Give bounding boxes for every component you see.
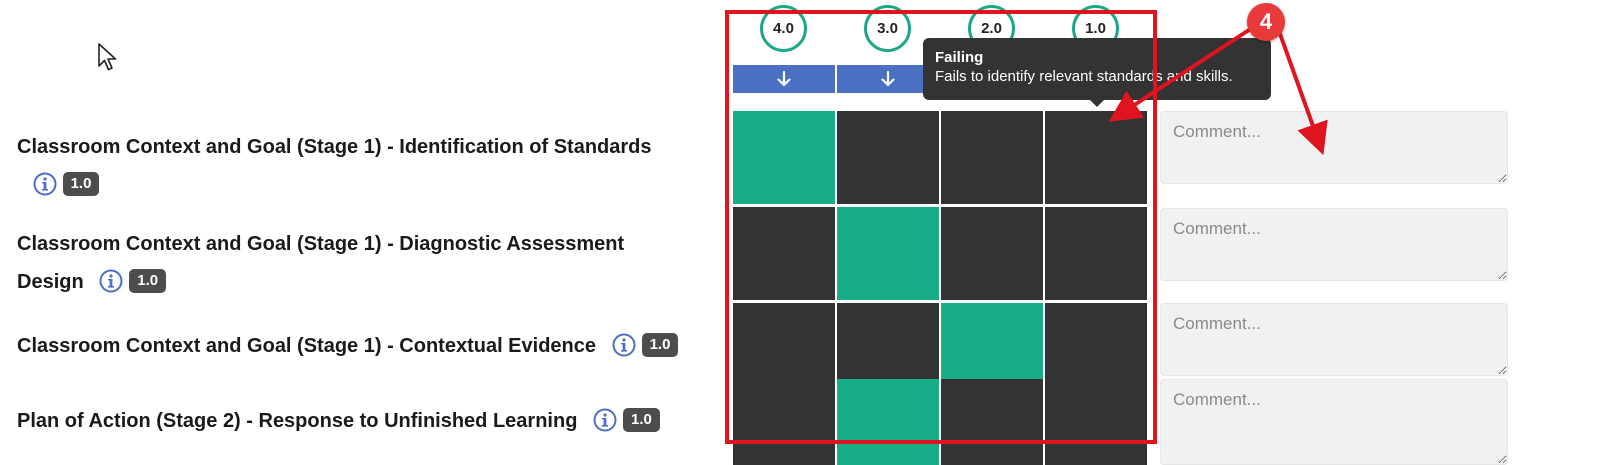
step-number-badge: 4	[1247, 3, 1285, 41]
rubric-cell[interactable]	[837, 111, 939, 204]
rubric-cell[interactable]	[837, 207, 939, 300]
rubric-cell[interactable]	[733, 207, 835, 300]
weight-badge: 1.0	[62, 171, 100, 196]
info-icon[interactable]	[99, 269, 123, 293]
arrow-down-icon	[777, 71, 791, 87]
rubric-cell[interactable]	[941, 379, 1043, 465]
criterion-4-label: Plan of Action (Stage 2) - Response to U…	[17, 402, 717, 440]
info-icon[interactable]	[33, 172, 57, 196]
tooltip-description: Fails to identify relevant standards and…	[935, 68, 1233, 85]
weight-badge: 1.0	[129, 268, 167, 293]
criterion-title: Classroom Context and Goal (Stage 1) - C…	[17, 335, 597, 357]
rubric-cell[interactable]	[1045, 379, 1147, 465]
rubric-cell[interactable]	[941, 111, 1043, 204]
rubric-cell[interactable]	[941, 207, 1043, 300]
criterion-title: Classroom Context and Goal (Stage 1) - D…	[17, 233, 625, 255]
arrow-down-icon	[881, 71, 895, 87]
rubric-cell[interactable]	[837, 379, 939, 465]
comment-input-3[interactable]	[1160, 303, 1508, 376]
comment-input-2[interactable]	[1160, 208, 1508, 281]
score-header-3[interactable]: 3.0	[864, 5, 911, 52]
weight-badge: 1.0	[622, 407, 660, 432]
mouse-cursor-icon	[98, 43, 117, 71]
rubric-cell[interactable]	[733, 379, 835, 465]
criterion-1-label: Classroom Context and Goal (Stage 1) - I…	[17, 128, 717, 204]
comment-input-1[interactable]	[1160, 111, 1508, 184]
rubric-cell[interactable]	[733, 111, 835, 204]
criterion-3-label: Classroom Context and Goal (Stage 1) - C…	[17, 327, 717, 365]
criterion-title: Plan of Action (Stage 2) - Response to U…	[17, 410, 578, 432]
comment-input-4[interactable]	[1160, 379, 1508, 465]
info-icon[interactable]	[612, 333, 636, 357]
criterion-title-cont: Design	[17, 271, 84, 293]
criterion-title: Classroom Context and Goal (Stage 1) - I…	[17, 136, 652, 158]
rubric-cell[interactable]	[1045, 207, 1147, 300]
info-icon[interactable]	[593, 408, 617, 432]
column-select-button-4[interactable]	[733, 65, 835, 93]
weight-badge: 1.0	[641, 332, 679, 357]
score-header-4[interactable]: 4.0	[760, 5, 807, 52]
rating-tooltip: Failing Fails to identify relevant stand…	[923, 38, 1271, 107]
tooltip-title: Failing	[935, 49, 984, 66]
criterion-2-label: Classroom Context and Goal (Stage 1) - D…	[17, 225, 717, 301]
rubric-cell[interactable]	[1045, 111, 1147, 204]
